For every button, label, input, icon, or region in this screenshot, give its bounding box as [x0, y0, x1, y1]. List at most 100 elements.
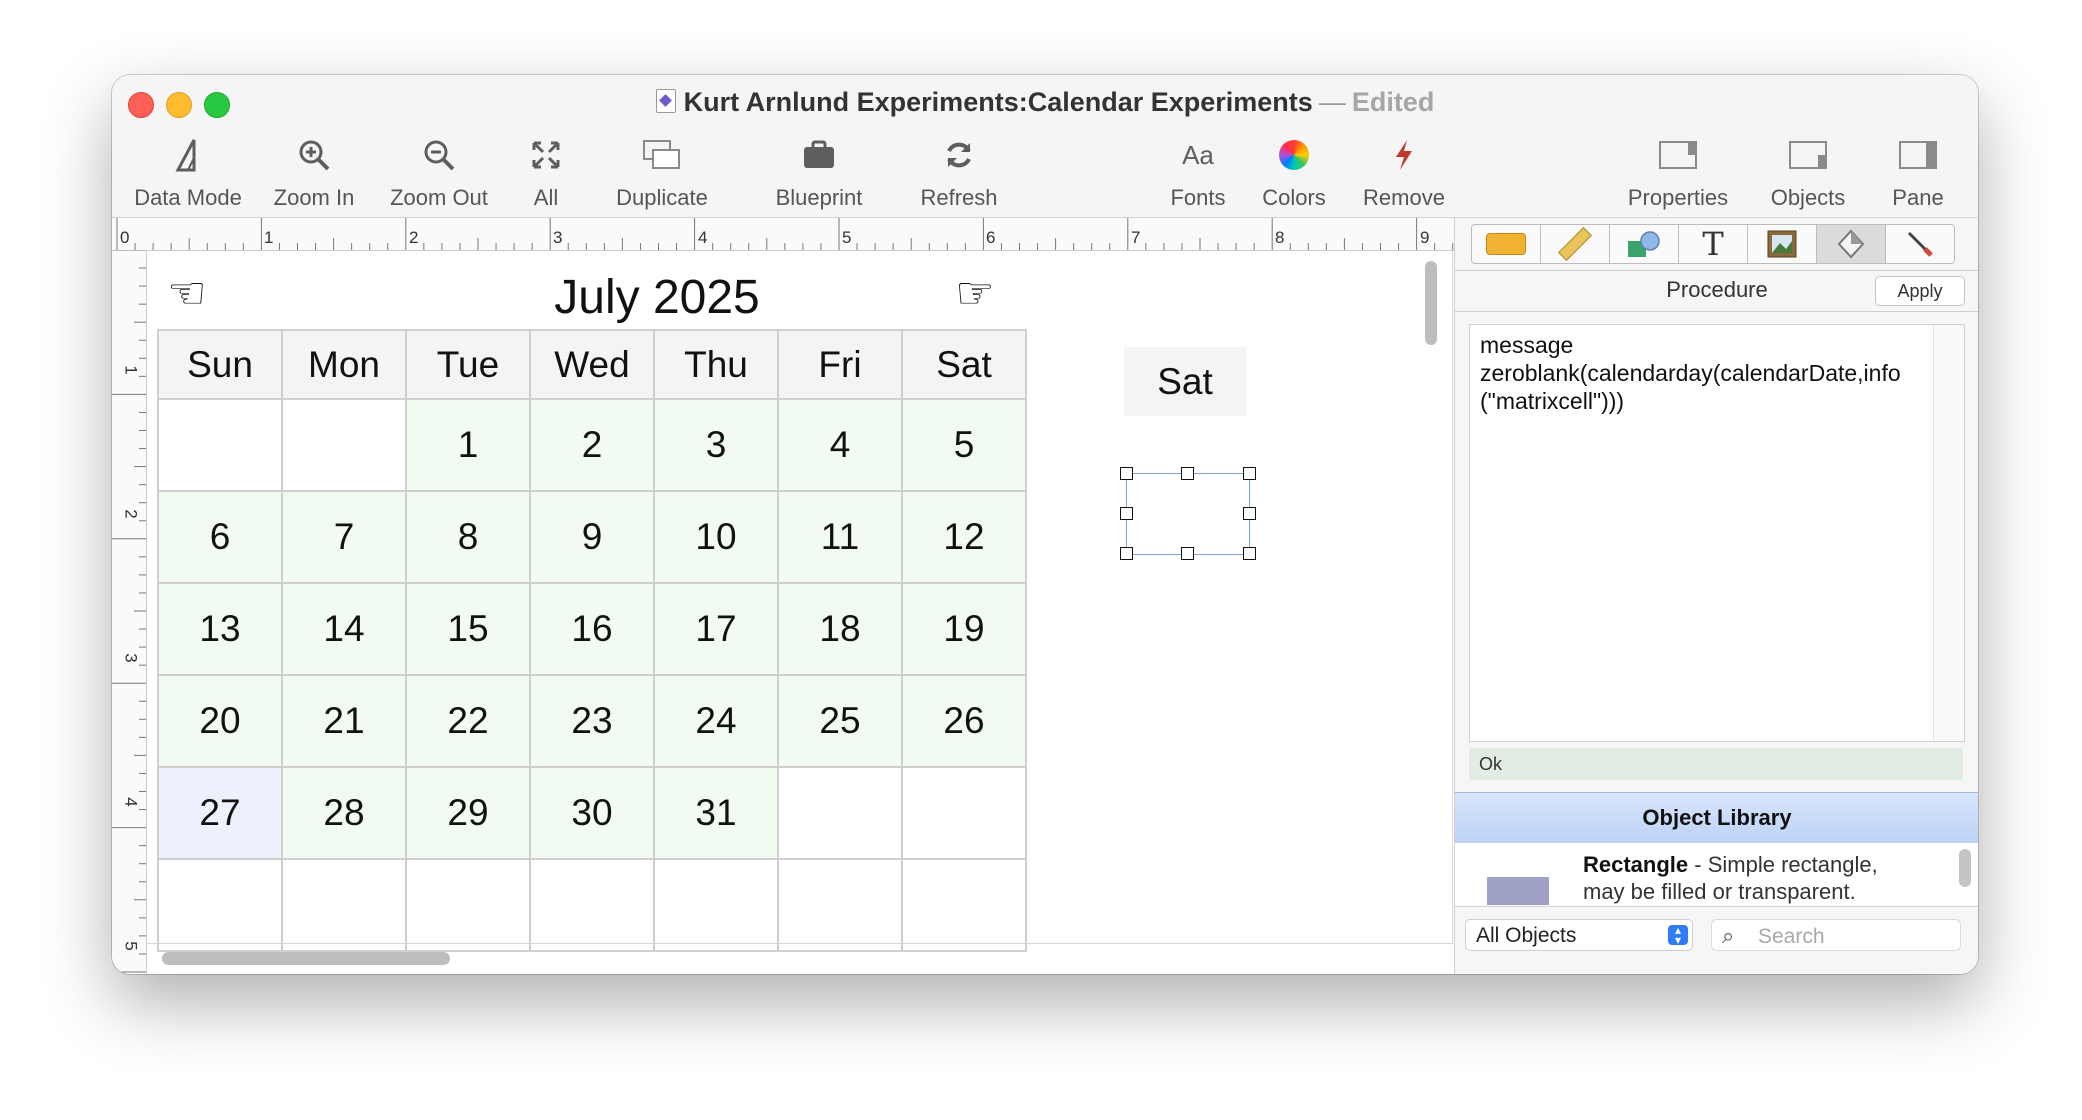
- object-library-header[interactable]: Object Library: [1455, 792, 1978, 844]
- calendar-day-cell[interactable]: 24: [655, 676, 779, 768]
- properties-button[interactable]: Properties: [1616, 133, 1740, 213]
- resize-handle[interactable]: [1243, 547, 1256, 560]
- object-filter-select[interactable]: All Objects ▴ ▾: [1465, 919, 1693, 951]
- shapes-icon: [1628, 231, 1660, 257]
- resize-handle[interactable]: [1181, 467, 1194, 480]
- search-input[interactable]: [1756, 924, 1950, 950]
- pointer-tool[interactable]: [1817, 225, 1886, 263]
- calendar-day-cell[interactable]: 15: [407, 584, 531, 676]
- fonts-button[interactable]: Aa Fonts: [1158, 133, 1238, 213]
- calendar-day-cell[interactable]: 17: [655, 584, 779, 676]
- zoom-all-button[interactable]: All: [516, 133, 576, 213]
- procedure-editor[interactable]: message zeroblank(calendarday(calendarDa…: [1469, 324, 1965, 742]
- library-search[interactable]: ⌕: [1711, 919, 1961, 951]
- data-field-tool[interactable]: [1472, 225, 1541, 263]
- vertical-scrollbar-thumb[interactable]: [1425, 261, 1437, 345]
- ruler-label: 1: [264, 228, 274, 247]
- data-mode-button[interactable]: Data Mode: [128, 133, 248, 213]
- calendar-day-cell[interactable]: 8: [407, 492, 531, 584]
- calendar-day-cell[interactable]: 16: [531, 584, 655, 676]
- calendar-day-cell[interactable]: [531, 860, 655, 952]
- calendar-day-cell[interactable]: 25: [779, 676, 903, 768]
- calendar-day-cell[interactable]: 18: [779, 584, 903, 676]
- calendar-day-cell[interactable]: 11: [779, 492, 903, 584]
- calendar-day-cell[interactable]: 4: [779, 400, 903, 492]
- shapes-tool[interactable]: [1610, 225, 1679, 263]
- calendar-day-cell[interactable]: [159, 860, 283, 952]
- calendar-day-cell[interactable]: 28: [283, 768, 407, 860]
- ruler-label: 7: [1131, 228, 1141, 247]
- document-icon: [655, 89, 676, 113]
- calendar-day-cell-today[interactable]: 27: [159, 768, 283, 860]
- calendar-day-cell[interactable]: 13: [159, 584, 283, 676]
- calendar-day-cell[interactable]: [407, 860, 531, 952]
- image-tool[interactable]: [1748, 225, 1817, 263]
- ruler-label: 4: [698, 228, 708, 247]
- procedure-status: Ok: [1469, 748, 1963, 780]
- calendar-day-cell[interactable]: 23: [531, 676, 655, 768]
- floating-weekday-label[interactable]: Sat: [1124, 347, 1246, 416]
- calendar-day-cell[interactable]: 20: [159, 676, 283, 768]
- canvas-border: [1452, 251, 1453, 944]
- apply-button[interactable]: Apply: [1875, 276, 1965, 306]
- blueprint-button[interactable]: Blueprint: [754, 133, 884, 213]
- calendar-day-cell[interactable]: [903, 860, 1027, 952]
- calendar-day-cell[interactable]: [283, 400, 407, 492]
- calendar-day-cell[interactable]: 29: [407, 768, 531, 860]
- form-canvas[interactable]: ☞ July 2025 ☞ Sun Mon Tue Wed Thu Fri Sa…: [147, 251, 1453, 974]
- resize-handle[interactable]: [1120, 507, 1133, 520]
- resize-handle[interactable]: [1120, 547, 1133, 560]
- calendar-day-cell[interactable]: 30: [531, 768, 655, 860]
- calendar-day-cell[interactable]: [779, 768, 903, 860]
- calendar-day-cell[interactable]: 9: [531, 492, 655, 584]
- duplicate-button[interactable]: Duplicate: [590, 133, 734, 213]
- next-month-button[interactable]: ☞: [945, 263, 1005, 323]
- zoom-out-button[interactable]: Zoom Out: [380, 133, 498, 213]
- calendar-day-cell[interactable]: 21: [283, 676, 407, 768]
- calendar-day-cell[interactable]: 6: [159, 492, 283, 584]
- editor-scrollbar[interactable]: [1933, 325, 1964, 741]
- ruler-tool[interactable]: [1541, 225, 1610, 263]
- calendar-day-cell[interactable]: [779, 860, 903, 952]
- calendar-day-cell[interactable]: 2: [531, 400, 655, 492]
- weekday-header: Sun Mon Tue Wed Thu Fri Sat: [159, 331, 1027, 400]
- calendar-day-cell[interactable]: [283, 860, 407, 952]
- selected-rectangle-object[interactable]: [1126, 473, 1250, 555]
- calendar-day-cell[interactable]: [903, 768, 1027, 860]
- weekday-label: Mon: [283, 331, 407, 400]
- resize-handle[interactable]: [1181, 547, 1194, 560]
- library-scrollbar-thumb[interactable]: [1959, 849, 1971, 887]
- calendar-day-cell[interactable]: 12: [903, 492, 1027, 584]
- data-field-icon: [1486, 233, 1526, 255]
- zoom-in-button[interactable]: Zoom In: [260, 133, 368, 213]
- calendar-day-cell[interactable]: 10: [655, 492, 779, 584]
- calendar-day-cell[interactable]: 1: [407, 400, 531, 492]
- horizontal-scrollbar-thumb[interactable]: [162, 952, 450, 965]
- calendar-day-cell[interactable]: 26: [903, 676, 1027, 768]
- refresh-button[interactable]: Refresh: [896, 133, 1022, 213]
- calendar-day-cell[interactable]: 7: [283, 492, 407, 584]
- calendar-day-cell[interactable]: 14: [283, 584, 407, 676]
- colors-button[interactable]: Colors: [1252, 133, 1336, 213]
- objects-button[interactable]: Objects: [1760, 133, 1856, 213]
- library-item-rectangle[interactable]: Rectangle - Simple rectangle, may be fil…: [1455, 843, 1978, 905]
- calendar-day-cell[interactable]: [159, 400, 283, 492]
- calendar-day-cell[interactable]: [655, 860, 779, 952]
- weekday-label: Thu: [655, 331, 779, 400]
- refresh-icon: [896, 133, 1022, 177]
- calendar-day-cell[interactable]: 31: [655, 768, 779, 860]
- app-window: Kurt Arnlund Experiments:Calendar Experi…: [112, 75, 1978, 974]
- remove-button[interactable]: Remove: [1346, 133, 1462, 213]
- resize-handle[interactable]: [1243, 467, 1256, 480]
- resize-handle[interactable]: [1243, 507, 1256, 520]
- calendar-day-cell[interactable]: 19: [903, 584, 1027, 676]
- calendar-day-cell[interactable]: 22: [407, 676, 531, 768]
- procedure-code[interactable]: message zeroblank(calendarday(calendarDa…: [1480, 331, 1920, 415]
- calendar-day-cell[interactable]: 3: [655, 400, 779, 492]
- calendar-day-cell[interactable]: 5: [903, 400, 1027, 492]
- line-tool[interactable]: [1886, 225, 1954, 263]
- text-tool[interactable]: T: [1679, 225, 1748, 263]
- previous-month-button[interactable]: ☞: [157, 263, 217, 323]
- pane-button[interactable]: Pane: [1880, 133, 1956, 213]
- resize-handle[interactable]: [1120, 467, 1133, 480]
